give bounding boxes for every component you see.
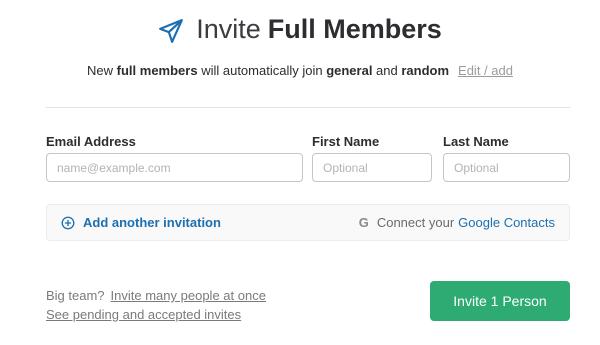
title-light: Invite: [196, 14, 261, 44]
google-connect: G Connect your Google Contacts: [359, 215, 555, 230]
add-invitation-button[interactable]: Add another invitation: [61, 215, 221, 230]
big-team-text: Big team?: [46, 288, 105, 303]
invite-button[interactable]: Invite 1 Person: [430, 281, 570, 321]
pending-invites-link[interactable]: See pending and accepted invites: [46, 307, 241, 322]
last-name-label: Last Name: [443, 134, 509, 149]
add-invitation-label: Add another invitation: [83, 215, 221, 230]
connect-text: Connect your: [376, 215, 455, 230]
paper-plane-icon: [159, 18, 184, 43]
first-name-label: First Name: [312, 134, 380, 149]
subtitle-text-2: will automatically join: [197, 63, 327, 78]
subtitle-text-1: New: [87, 63, 117, 78]
edit-channels-link[interactable]: Edit / add: [458, 63, 513, 78]
subtitle-text-3: and: [372, 63, 402, 78]
big-team-row: Big team? Invite many people at once: [46, 288, 266, 303]
subtitle-bold-2: general: [326, 63, 373, 78]
title-bold: Full Members: [267, 14, 442, 44]
invite-many-link[interactable]: Invite many people at once: [111, 288, 266, 303]
email-field[interactable]: [46, 153, 303, 182]
divider: [46, 107, 570, 108]
page-title: Invite Full Members: [0, 14, 600, 45]
subtitle-bold-3: random: [401, 63, 450, 78]
google-icon: G: [358, 215, 369, 230]
subtitle-bold-1: full members: [116, 63, 198, 78]
last-name-field[interactable]: [443, 153, 570, 182]
invite-bar: Add another invitation G Connect your Go…: [46, 204, 570, 241]
first-name-field[interactable]: [312, 153, 432, 182]
google-contacts-link[interactable]: Google Contacts: [458, 215, 555, 230]
email-label: Email Address: [46, 134, 136, 149]
plus-circle-icon: [61, 216, 75, 229]
subtitle: New full members will automatically join…: [0, 63, 600, 78]
